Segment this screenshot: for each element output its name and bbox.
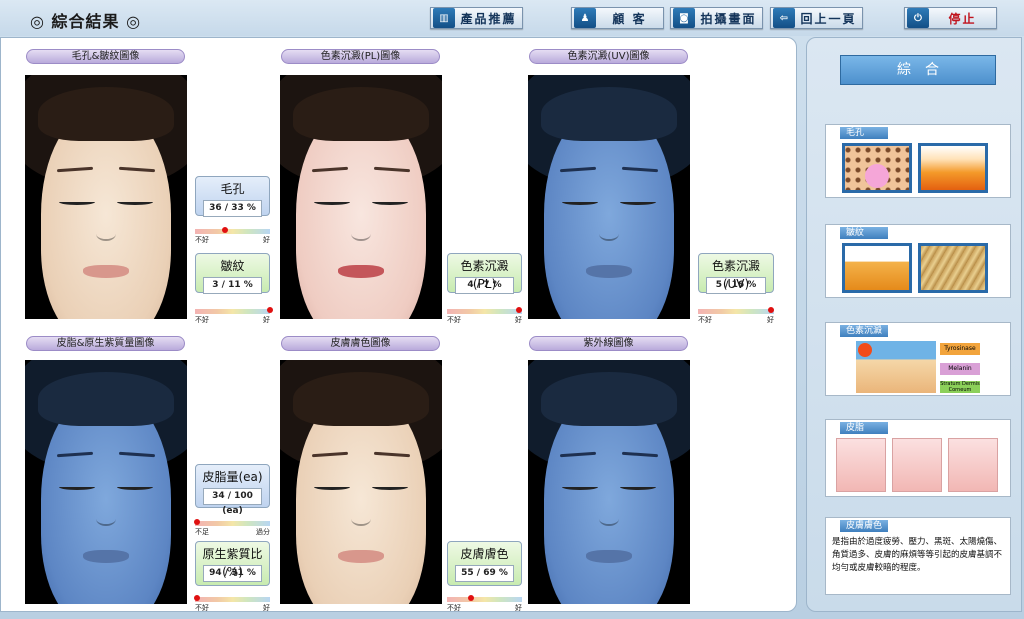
pigment-pl-scale: 不好 好 [447,306,522,326]
skin-tone-description: 是指由於過度疲勞、壓力、黑斑、太陽燒傷、角質過多、皮膚的麻煩等等引起的皮膚基調不… [832,537,1003,573]
customer-button[interactable]: ♟ 顧 客 [571,7,664,29]
pores-wrinkles-image-header: 毛孔&皺紋圖像 [26,49,185,64]
wrinkles-info-card[interactable]: 皺紋 [825,224,1011,298]
pigment-uv-indicator [767,307,774,313]
back-button[interactable]: ⇦ 回上一頁 [770,7,863,29]
skin-tone-scale: 不好 好 [447,594,522,614]
results-panel: 毛孔&皺紋圖像 色素沉澱(PL)圖像 色素沉澱(UV)圖像 毛孔 36 / 33… [0,37,797,612]
ultraviolet-image-header: 紫外線圖像 [529,336,688,351]
porphyrin-indicator [193,595,200,601]
product-icon: ▥ [433,8,455,28]
skin-tone-value: 55 / 69 % [455,565,514,582]
skin-tone-indicator [468,595,474,601]
skin-tone-face-image[interactable] [280,360,442,604]
pigment-uv-image-header: 色素沉澱(UV)圖像 [529,49,688,64]
top-toolbar: ◎ 綜合結果 ◎ ▥ 產品推薦 ♟ 顧 客 ◙ 拍攝畫面 ⇦ 回上一頁 ⏻ 停止 [0,0,1024,36]
pores-illustration [842,143,912,193]
pigment-uv-value: 5 / 16 % [706,277,766,294]
porphyrin-value: 94 / 31 % [203,565,262,582]
skin-tone-info-card[interactable]: 皮膚膚色 是指由於過度疲勞、壓力、黑斑、太陽燒傷、角質過多、皮膚的麻煩等等引起的… [825,517,1011,595]
person-icon: ♟ [574,8,596,28]
pores-value: 36 / 33 % [203,200,262,217]
stop-button[interactable]: ⏻ 停止 [904,7,997,29]
capture-screen-button[interactable]: ◙ 拍攝畫面 [670,7,763,29]
pores-metric-card: 毛孔 36 / 33 % [195,176,270,217]
sebum-illustration-1 [836,438,886,492]
pigment-uv-face-image[interactable] [528,75,690,319]
summary-title: 綜合 [840,55,996,85]
wrinkles-indicator [267,307,273,313]
sebum-illustration-3 [948,438,998,492]
page-title: ◎ 綜合結果 ◎ [30,12,142,31]
wrinkle-cross-section-illustration [842,243,912,293]
summary-side-panel: 綜合 毛孔 皺紋 色素沉澱 Tyrosinase Melanin Stratum… [806,37,1022,612]
pore-cross-section-illustration [918,143,988,193]
sebum-scale: 不足 過分 [193,518,270,538]
product-recommend-button[interactable]: ▥ 產品推薦 [430,7,523,29]
wrinkle-texture-illustration [918,243,988,293]
pigment-pl-value: 4 / 7 % [455,277,514,294]
pigment-uv-metric-card: 色素沉澱(UV) 5 / 16 % [698,253,774,294]
skin-tone-image-header: 皮膚膚色圖像 [281,336,440,351]
pigment-illustration [856,341,936,393]
pores-wrinkles-face-image[interactable] [25,75,187,319]
pigment-pl-metric-card: 色素沉澱(PL) 4 / 7 % [447,253,522,294]
power-icon: ⏻ [907,8,929,28]
pigment-pl-image-header: 色素沉澱(PL)圖像 [281,49,440,64]
sebum-porphyrin-image-header: 皮脂&原生紫質量圖像 [26,336,185,351]
arrow-left-icon: ⇦ [773,8,795,28]
skin-tone-metric-card: 皮膚膚色 55 / 69 % [447,541,522,586]
sebum-info-card[interactable]: 皮脂 [825,419,1011,497]
pigment-pl-indicator [516,307,522,313]
wrinkles-scale: 不好 好 [195,306,273,326]
sebum-indicator [193,519,200,525]
sebum-value: 34 / 100 (ea) [203,488,262,516]
pores-indicator [222,227,228,233]
pigment-pl-face-image[interactable] [280,75,442,319]
camera-icon: ◙ [673,8,695,28]
sebum-illustration-2 [892,438,942,492]
pores-info-card[interactable]: 毛孔 [825,124,1011,198]
sebum-metric-card: 皮脂量(ea) 34 / 100 (ea) [195,464,270,516]
sun-icon [858,343,872,357]
sebum-porphyrin-face-image[interactable] [25,360,187,604]
pigment-info-card[interactable]: 色素沉澱 Tyrosinase Melanin Stratum Dermis C… [825,322,1011,396]
porphyrin-scale: 不好 好 [193,594,270,614]
ultraviolet-face-image[interactable] [528,360,690,604]
porphyrin-metric-card: 原生紫質比(%) 94 / 31 % [195,541,270,586]
wrinkles-value: 3 / 11 % [203,277,262,294]
pigment-uv-scale: 不好 好 [698,306,774,326]
pores-scale: 不好 好 [195,226,270,246]
wrinkles-metric-card: 皺紋 3 / 11 % [195,253,270,294]
